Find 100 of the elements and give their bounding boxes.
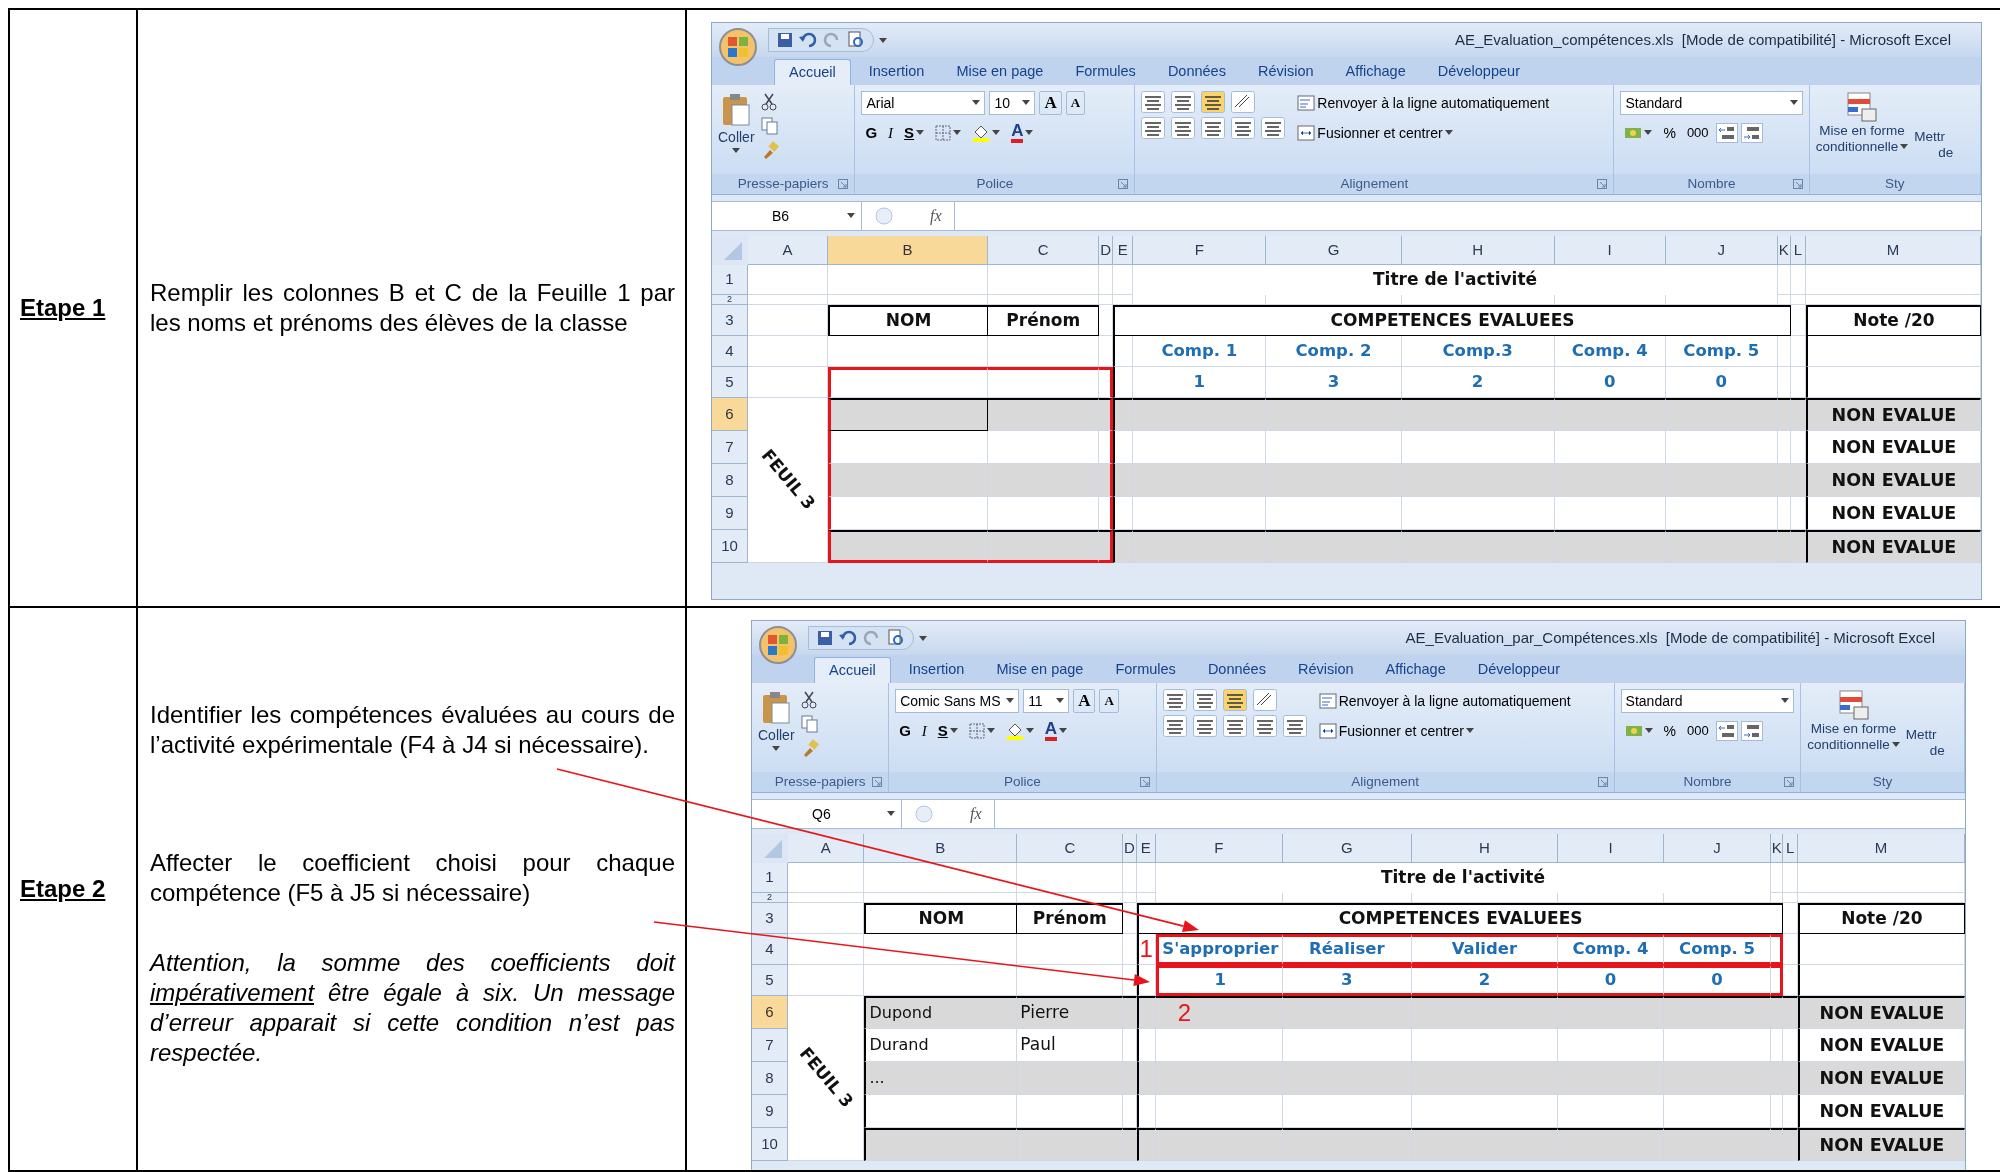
column-header[interactable]: L: [1783, 834, 1798, 863]
name-box[interactable]: B6: [712, 202, 862, 230]
thousands-button[interactable]: 000: [1683, 719, 1713, 743]
row-header[interactable]: 7: [712, 431, 748, 464]
grow-font-button[interactable]: A: [1039, 91, 1062, 115]
column-header[interactable]: D: [1123, 834, 1137, 863]
student-name: ...: [864, 1062, 1018, 1095]
row-header[interactable]: 10: [712, 530, 748, 563]
coefficient-value: 0: [1558, 965, 1665, 996]
column-header[interactable]: B: [864, 834, 1018, 863]
paste-button[interactable]: Coller: [758, 689, 795, 772]
column-header[interactable]: E: [1113, 236, 1134, 265]
row-header[interactable]: 9: [712, 497, 748, 530]
ribbon-tab[interactable]: Formules: [1061, 59, 1150, 85]
column-header[interactable]: A: [748, 236, 829, 265]
column-header[interactable]: G: [1266, 236, 1402, 265]
skill-label: Comp. 2: [1266, 336, 1402, 367]
column-header[interactable]: B: [828, 236, 989, 265]
column-header[interactable]: D: [1099, 236, 1114, 265]
row-header[interactable]: 1: [712, 265, 748, 295]
skill-label: S'approprier: [1155, 934, 1283, 965]
ribbon-tab[interactable]: Accueil: [814, 657, 891, 683]
percent-button[interactable]: %: [1659, 121, 1680, 145]
row-header[interactable]: 2: [752, 893, 788, 903]
font-name-field[interactable]: Arial: [861, 91, 986, 115]
conditional-format-button[interactable]: Mise en forme conditionnelle: [1807, 689, 1900, 772]
column-header[interactable]: J: [1665, 236, 1778, 265]
bold-button[interactable]: G: [895, 719, 915, 743]
column-header[interactable]: A: [788, 834, 865, 863]
italic-button[interactable]: I: [917, 719, 931, 743]
instruction-paragraph: Identifier les compétences évaluées au cours de l’activité expérimentale (F4 à J4 si nécessaire).: [150, 700, 675, 760]
font-color-button[interactable]: A: [1040, 719, 1072, 743]
column-header[interactable]: M: [1797, 834, 1965, 863]
font-size-field[interactable]: 10: [989, 91, 1036, 115]
row-header[interactable]: 1: [752, 863, 788, 893]
row-header[interactable]: 9: [752, 1095, 788, 1128]
font-size-field[interactable]: 11: [1023, 689, 1070, 713]
ribbon-tab[interactable]: Accueil: [774, 59, 851, 85]
row-header[interactable]: 3: [712, 305, 748, 336]
ribbon-tab[interactable]: Affichage: [1331, 59, 1420, 85]
column-header[interactable]: I: [1558, 834, 1665, 863]
conditional-format-button[interactable]: Mise en forme conditionnelle: [1815, 91, 1909, 174]
paste-button[interactable]: Coller: [718, 91, 755, 174]
row-header[interactable]: 8: [752, 1062, 788, 1095]
number-format-field[interactable]: Standard: [1620, 689, 1795, 713]
wrap-text-button[interactable]: Renvoyer à la ligne automatiquement: [1293, 91, 1554, 115]
percent-button[interactable]: %: [1659, 719, 1681, 743]
format-table-button[interactable]: Mettr de: [1914, 91, 1954, 174]
row-header[interactable]: 5: [712, 367, 748, 398]
shrink-font-button[interactable]: A: [1099, 689, 1119, 713]
ribbon-tab[interactable]: Formules: [1101, 657, 1190, 683]
shrink-font-button[interactable]: A: [1065, 91, 1086, 115]
column-header[interactable]: G: [1282, 834, 1412, 863]
row-header[interactable]: 4: [712, 336, 748, 367]
grow-font-button[interactable]: A: [1073, 689, 1096, 713]
row-header[interactable]: 6: [712, 398, 748, 431]
row-header[interactable]: 7: [752, 1029, 788, 1062]
row-header[interactable]: 4: [752, 934, 788, 965]
ribbon-tab[interactable]: Données: [1193, 657, 1280, 683]
italic-button[interactable]: I: [884, 121, 898, 145]
wrap-text-button[interactable]: Renvoyer à la ligne automatiquement: [1314, 689, 1575, 713]
merge-center-button[interactable]: Fusionner et centrer: [1293, 121, 1554, 145]
underline-button[interactable]: S: [900, 121, 929, 145]
column-header[interactable]: H: [1401, 236, 1555, 265]
column-header[interactable]: C: [1017, 834, 1124, 863]
ribbon-tab[interactable]: Affichage: [1371, 657, 1460, 683]
name-box[interactable]: Q6: [752, 800, 902, 828]
merge-center-button[interactable]: Fusionner et centrer: [1314, 719, 1575, 743]
ribbon-tab[interactable]: Développeur: [1423, 59, 1534, 85]
column-header[interactable]: C: [988, 236, 1100, 265]
ribbon-tab[interactable]: Développeur: [1463, 657, 1574, 683]
ribbon-tab[interactable]: Mise en page: [942, 59, 1058, 85]
column-heading: NOM: [864, 903, 1018, 934]
bold-button[interactable]: G: [861, 121, 882, 145]
font-name-field[interactable]: Comic Sans MS: [895, 689, 1020, 713]
format-table-button[interactable]: Mettr de: [1905, 689, 1945, 772]
ribbon-tab[interactable]: Insertion: [854, 59, 939, 85]
ribbon-tab[interactable]: Données: [1153, 59, 1240, 85]
thousands-button[interactable]: 000: [1682, 121, 1713, 145]
coefficient-value: 1: [1155, 965, 1283, 996]
ribbon-tab[interactable]: Mise en page: [982, 657, 1098, 683]
row-header[interactable]: 5: [752, 965, 788, 996]
row-header[interactable]: 10: [752, 1128, 788, 1161]
column-header[interactable]: H: [1411, 834, 1558, 863]
row-header[interactable]: 3: [752, 903, 788, 934]
column-header[interactable]: K: [1771, 834, 1784, 863]
font-color-button[interactable]: A: [1007, 121, 1038, 145]
column-header[interactable]: J: [1664, 834, 1772, 863]
underline-button[interactable]: S: [933, 719, 962, 743]
number-format-field[interactable]: Standard: [1620, 91, 1803, 115]
ribbon-tab[interactable]: Révision: [1243, 59, 1328, 85]
column-header[interactable]: I: [1554, 236, 1666, 265]
column-header[interactable]: F: [1155, 834, 1283, 863]
row-header[interactable]: 8: [712, 464, 748, 497]
ribbon-tab[interactable]: Insertion: [894, 657, 979, 683]
ribbon-tab[interactable]: Révision: [1283, 657, 1368, 683]
row-header[interactable]: 6: [752, 996, 788, 1029]
row-header[interactable]: 2: [712, 295, 748, 305]
column-header[interactable]: F: [1133, 236, 1267, 265]
column-header[interactable]: M: [1805, 236, 1981, 265]
